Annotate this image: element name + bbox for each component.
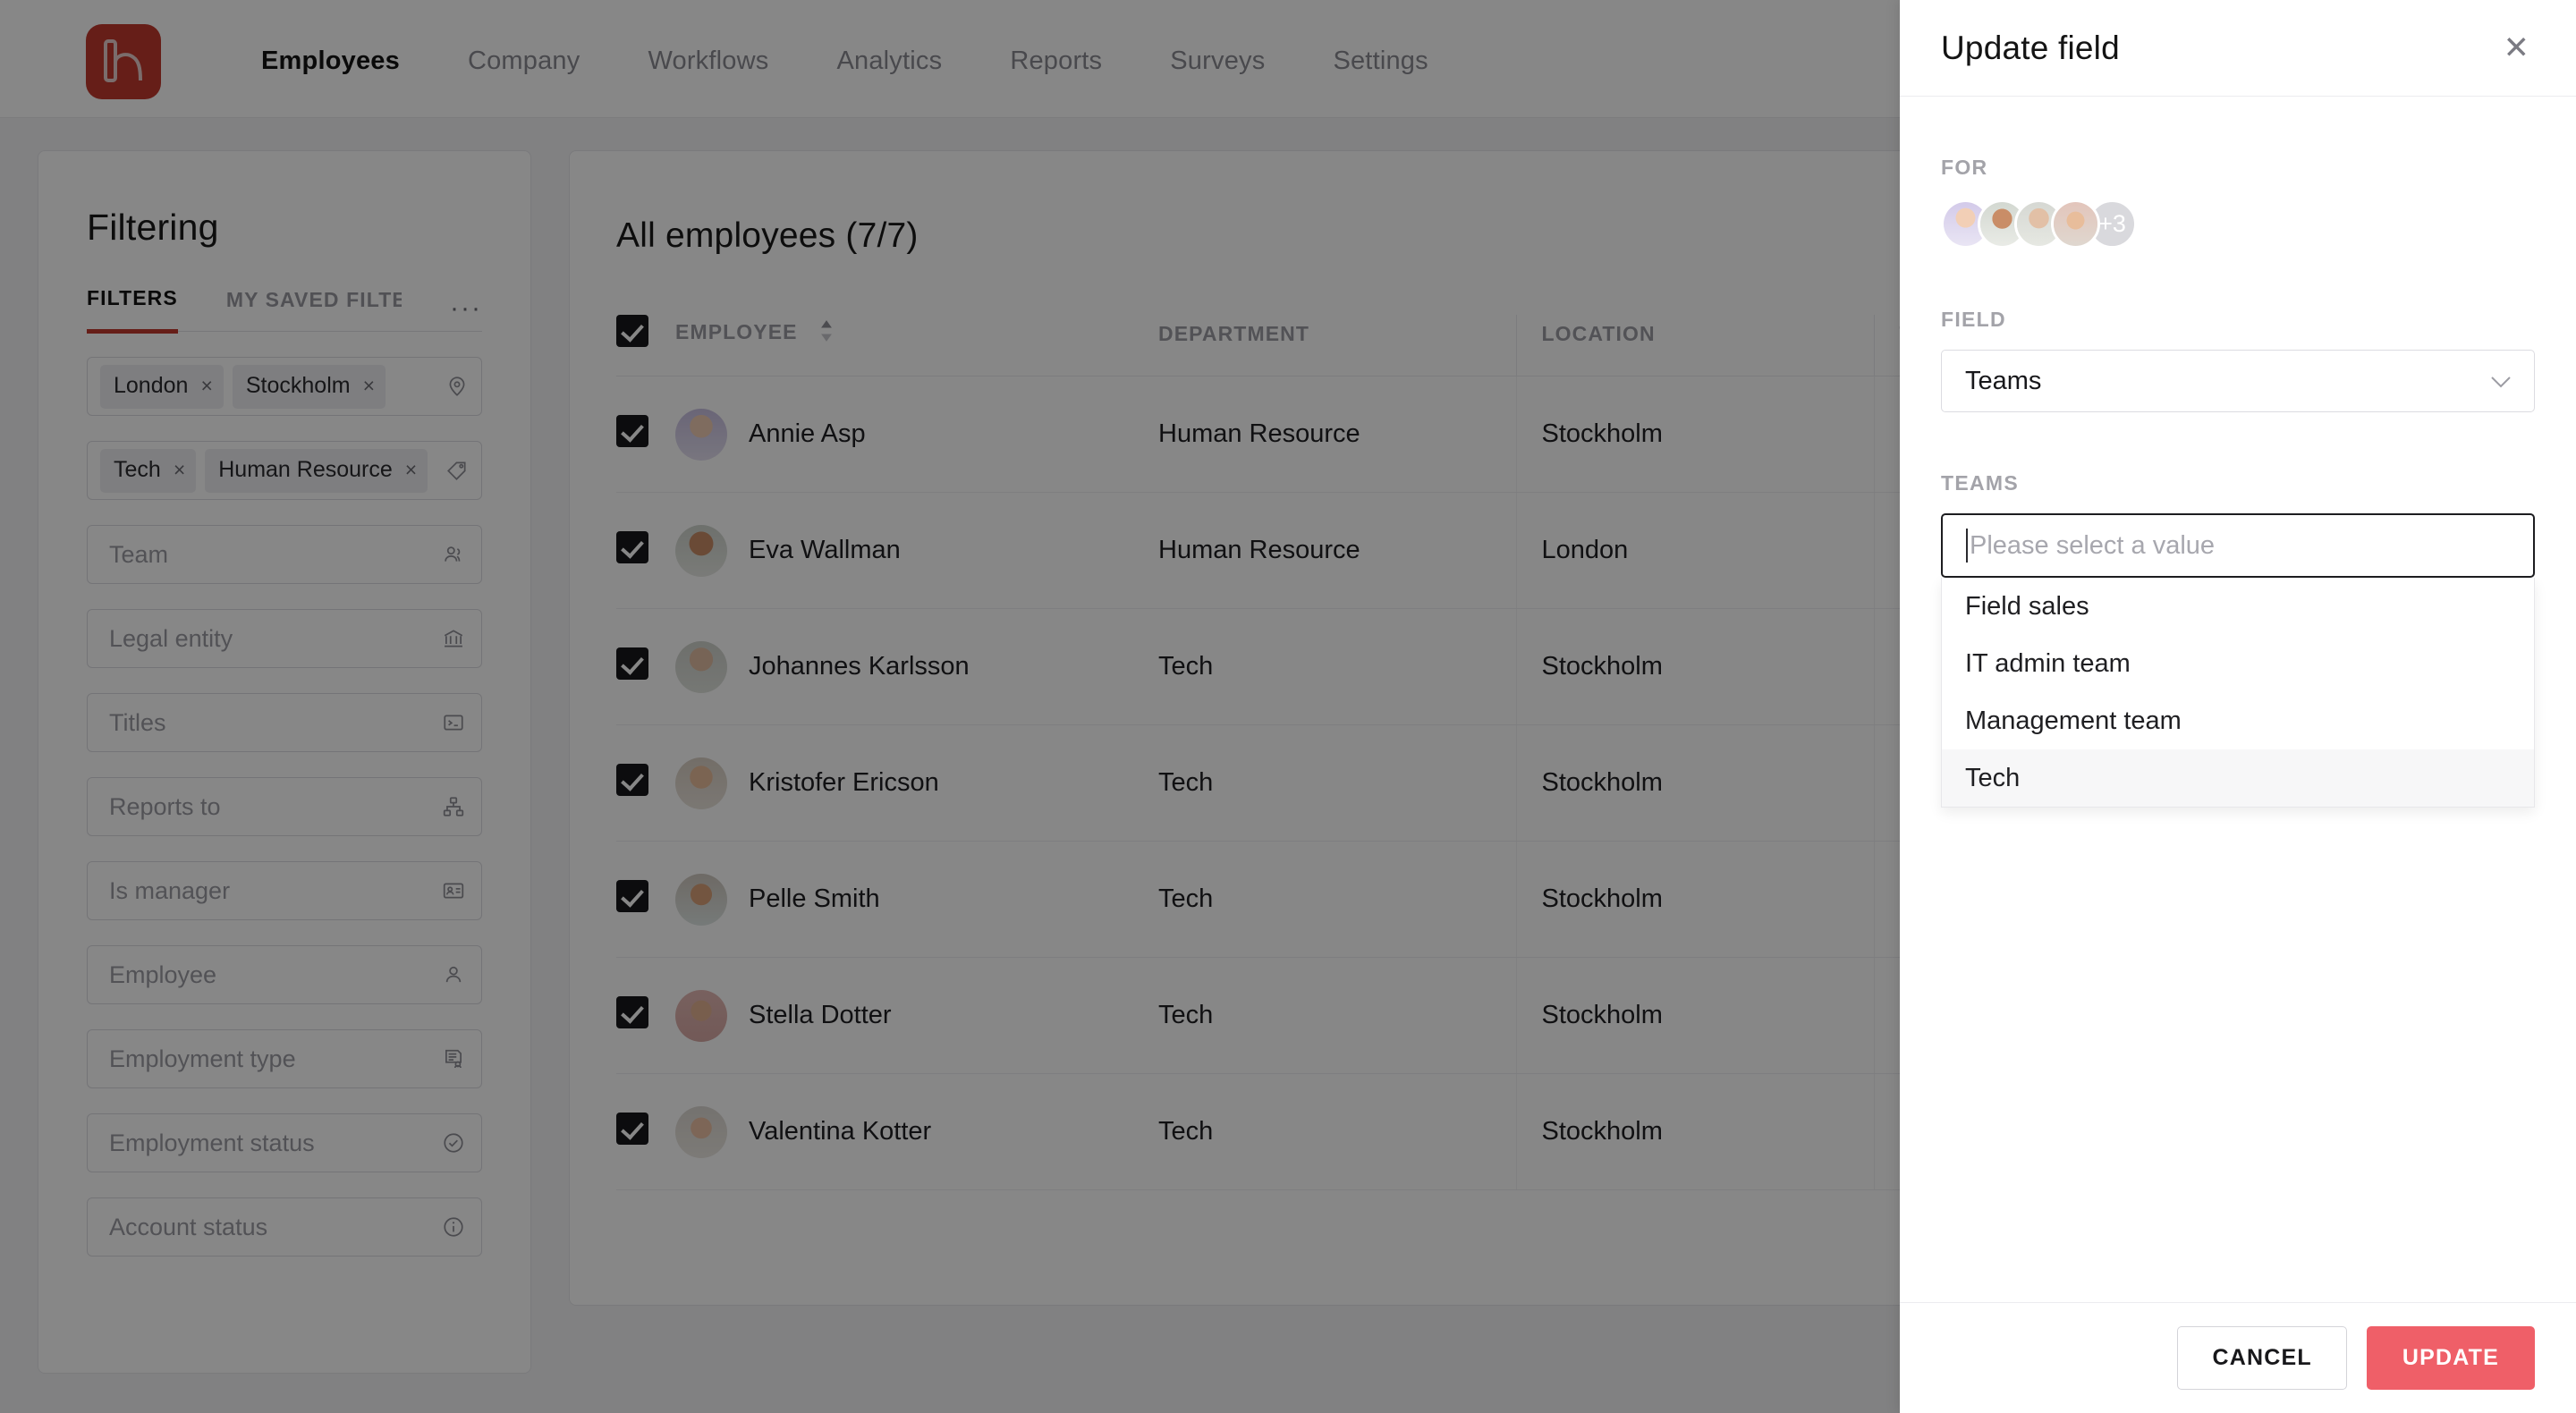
field-select-value: Teams <box>1965 367 2041 396</box>
drawer-footer: CANCEL UPDATE <box>1900 1302 2576 1413</box>
dropdown-option-tech[interactable]: Tech <box>1942 749 2534 807</box>
avatar[interactable] <box>2051 199 2100 249</box>
for-avatars: +3 <box>1941 199 2535 249</box>
update-field-drawer: Update field ✕ FOR +3 FIELD <box>1900 0 2576 1413</box>
drawer-title: Update field <box>1941 30 2120 67</box>
chevron-down-icon <box>2489 367 2512 396</box>
dropdown-option-management-team[interactable]: Management team <box>1942 692 2534 749</box>
dropdown-option-field-sales[interactable]: Field sales <box>1942 578 2534 635</box>
close-icon[interactable]: ✕ <box>2500 27 2533 69</box>
drawer-header: Update field ✕ <box>1900 0 2576 97</box>
text-caret <box>1966 529 1968 563</box>
field-select[interactable]: Teams <box>1941 350 2535 412</box>
drawer-body: FOR +3 FIELD Teams <box>1900 97 2576 1302</box>
cancel-button[interactable]: CANCEL <box>2177 1326 2346 1390</box>
update-button[interactable]: UPDATE <box>2367 1326 2535 1390</box>
dropdown-option-it-admin-team[interactable]: IT admin team <box>1942 635 2534 692</box>
teams-placeholder: Please select a value <box>1970 531 2215 561</box>
field-label: FIELD <box>1941 308 2535 332</box>
teams-label: TEAMS <box>1941 471 2535 495</box>
for-label: FOR <box>1941 156 2535 180</box>
teams-dropdown: Field sales IT admin team Management tea… <box>1941 578 2535 808</box>
teams-input[interactable]: Please select a value <box>1941 513 2535 578</box>
